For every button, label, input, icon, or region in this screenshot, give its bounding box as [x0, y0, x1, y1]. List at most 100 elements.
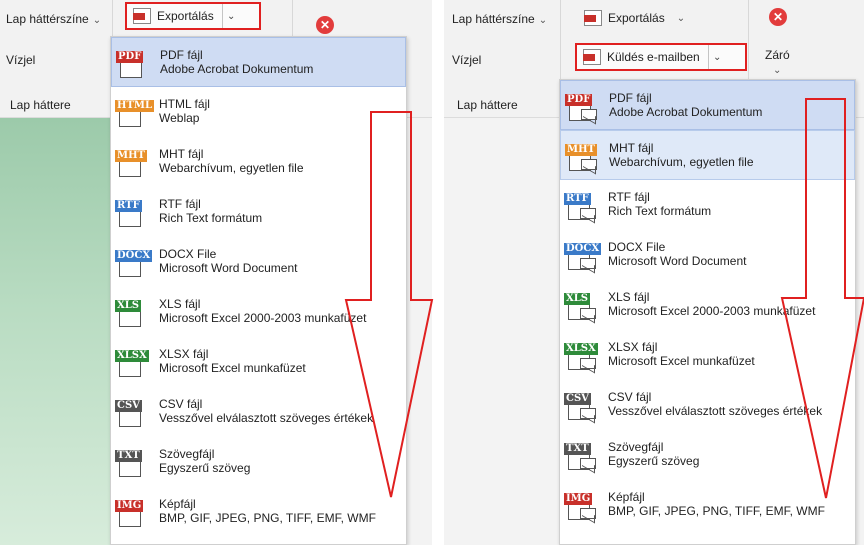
menu-item-xls[interactable]: XLS XLS fájl Microsoft Excel 2000-2003 mun… — [560, 280, 855, 330]
file-type-tag: RTF — [115, 200, 142, 212]
chevron-down-icon: ⌄ — [713, 51, 722, 63]
menu-item-rtf[interactable]: RTF RTF fájl Rich Text formátum — [560, 180, 855, 230]
envelope-icon — [581, 159, 597, 170]
menu-item-xls[interactable]: XLS XLS fájl Microsoft Excel 2000-2003 mun… — [111, 287, 406, 337]
chevron-down-icon: ⌄ — [676, 12, 686, 24]
menu-item-txt[interactable]: TXT Szövegfájl Egyszerű szöveg — [111, 437, 406, 487]
envelope-icon — [580, 308, 596, 319]
menu-item-subtitle: Vesszővel elválasztott szöveges értékek — [159, 411, 374, 425]
menu-item-pdf[interactable]: PDF PDF fájl Adobe Acrobat Dokumentum — [111, 37, 406, 87]
send-email-label: Küldés e-mailben — [607, 50, 700, 64]
export-document-icon — [584, 10, 602, 26]
menu-item-docx[interactable]: DOCX DOCX File Microsoft Word Document — [111, 237, 406, 287]
csv-file-icon: CSV — [564, 390, 604, 422]
menu-item-subtitle: Vesszővel elválasztott szöveges értékek — [608, 404, 823, 418]
export-document-icon — [133, 8, 151, 24]
page-background-group-label: Lap háttere — [457, 98, 518, 112]
menu-item-subtitle: Rich Text formátum — [608, 204, 712, 218]
mht-file-icon: MHT — [565, 141, 605, 173]
xls-file-icon: XLS — [564, 290, 604, 322]
file-type-tag: MHT — [565, 144, 597, 156]
page-background-color-button[interactable]: Lap háttérszíne ⌄ — [6, 12, 101, 26]
export-dropdown-menu: PDF PDF fájl Adobe Acrobat Dokumentum HTML H… — [110, 36, 407, 545]
menu-item-xlsx[interactable]: XLSX XLSX fájl Microsoft Excel munkafüzet — [560, 330, 855, 380]
menu-item-img[interactable]: IMG Képfájl BMP, GIF, JPEG, PNG, TIFF, EMF… — [111, 487, 406, 537]
menu-item-subtitle: Webarchívum, egyetlen file — [609, 155, 754, 169]
menu-item-mht[interactable]: MHT MHT fájl Webarchívum, egyetlen file — [560, 130, 855, 180]
menu-item-title: MHT fájl — [609, 141, 654, 155]
file-type-tag: IMG — [564, 493, 593, 505]
menu-item-title: PDF fájl — [160, 48, 203, 62]
menu-item-html[interactable]: HTML HTML fájl Weblap — [111, 87, 406, 137]
img-file-icon: IMG — [564, 490, 604, 522]
menu-item-mht[interactable]: MHT MHT fájl Webarchívum, egyetlen file — [111, 137, 406, 187]
send-email-button[interactable]: Küldés e-mailben ⌄ — [575, 43, 747, 71]
menu-item-title: XLSX fájl — [159, 347, 209, 361]
mht-file-icon: MHT — [115, 147, 155, 179]
menu-item-docx[interactable]: DOCX DOCX File Microsoft Word Document — [560, 230, 855, 280]
envelope-icon — [580, 458, 596, 469]
menu-item-pdf[interactable]: PDF PDF fájl Adobe Acrobat Dokumentum — [560, 80, 855, 130]
xlsx-file-icon: XLSX — [564, 340, 604, 372]
chevron-down-icon: ⌄ — [538, 15, 548, 26]
menu-item-title: XLS fájl — [159, 297, 201, 311]
menu-item-csv[interactable]: CSV CSV fájl Vesszővel elválasztott szöveg… — [560, 380, 855, 430]
pdf-file-icon: PDF — [565, 91, 605, 123]
file-type-tag: XLS — [564, 293, 591, 305]
page-background-group-label: Lap háttere — [10, 98, 71, 112]
file-type-tag: TXT — [115, 450, 142, 462]
page-background-color-label: Lap háttérszíne — [452, 12, 535, 26]
file-type-tag: XLS — [115, 300, 142, 312]
menu-item-img[interactable]: IMG Képfájl BMP, GIF, JPEG, PNG, TIFF, EMF… — [560, 480, 855, 530]
menu-item-subtitle: Microsoft Excel munkafüzet — [608, 354, 755, 368]
menu-item-subtitle: Weblap — [159, 111, 200, 125]
menu-item-title: Szövegfájl — [159, 447, 215, 461]
page-background-preview — [0, 118, 110, 545]
rtf-file-icon: RTF — [564, 190, 604, 222]
file-type-tag: XLSX — [115, 350, 149, 362]
send-email-dropdown-arrow[interactable]: ⌄ — [707, 45, 726, 69]
export-dropdown-arrow[interactable]: ⌄ — [221, 4, 240, 28]
menu-item-title: HTML fájl — [159, 97, 210, 111]
file-type-tag: CSV — [115, 400, 142, 412]
rtf-file-icon: RTF — [115, 197, 155, 229]
page-background-color-button[interactable]: Lap háttérszíne ⌄ — [452, 12, 547, 26]
file-type-tag: PDF — [565, 94, 593, 106]
menu-item-txt[interactable]: TXT Szövegfájl Egyszerű szöveg — [560, 430, 855, 480]
menu-item-title: DOCX File — [159, 247, 217, 261]
menu-item-title: Képfájl — [159, 497, 196, 511]
page-background-color-label: Lap háttérszíne — [6, 12, 89, 26]
menu-item-subtitle: BMP, GIF, JPEG, PNG, TIFF, EMF, WMF — [159, 511, 376, 525]
pdf-file-icon: PDF — [116, 48, 156, 80]
envelope-icon — [580, 508, 596, 519]
ribbon-separator — [292, 0, 293, 36]
menu-item-subtitle: Egyszerű szöveg — [608, 454, 700, 468]
menu-item-title: Képfájl — [608, 490, 645, 504]
menu-item-title: RTF fájl — [159, 197, 201, 211]
export-label: Exportálás — [608, 11, 665, 25]
email-document-icon — [583, 49, 601, 65]
chevron-down-icon[interactable]: ⌄ — [773, 62, 781, 76]
close-circle-icon[interactable]: ✕ — [769, 8, 787, 26]
export-button[interactable]: Exportálás ⌄ — [584, 10, 685, 26]
envelope-icon — [580, 358, 596, 369]
close-circle-icon[interactable]: ✕ — [316, 16, 334, 34]
file-type-tag: IMG — [115, 500, 144, 512]
file-type-tag: MHT — [115, 150, 147, 162]
menu-item-xlsx[interactable]: XLSX XLSX fájl Microsoft Excel munkafüzet — [111, 337, 406, 387]
xlsx-file-icon: XLSX — [115, 347, 155, 379]
export-button[interactable]: Exportálás ⌄ — [125, 2, 261, 30]
file-type-tag: HTML — [115, 100, 154, 112]
menu-item-subtitle: Webarchívum, egyetlen file — [159, 161, 304, 175]
watermark-button[interactable]: Vízjel — [6, 53, 35, 67]
chevron-down-icon: ⌄ — [92, 15, 102, 26]
menu-item-csv[interactable]: CSV CSV fájl Vesszővel elválasztott szöveg… — [111, 387, 406, 437]
img-file-icon: IMG — [115, 497, 155, 529]
menu-item-subtitle: Microsoft Excel munkafüzet — [159, 361, 306, 375]
left-screenshot-panel: Lap háttérszíne ⌄ Vízjel Lap háttere Expo… — [0, 0, 432, 545]
watermark-button[interactable]: Vízjel — [452, 53, 481, 67]
menu-item-rtf[interactable]: RTF RTF fájl Rich Text formátum — [111, 187, 406, 237]
envelope-icon — [581, 109, 597, 120]
close-button-label[interactable]: Záró — [765, 48, 790, 62]
menu-item-subtitle: BMP, GIF, JPEG, PNG, TIFF, EMF, WMF — [608, 504, 825, 518]
